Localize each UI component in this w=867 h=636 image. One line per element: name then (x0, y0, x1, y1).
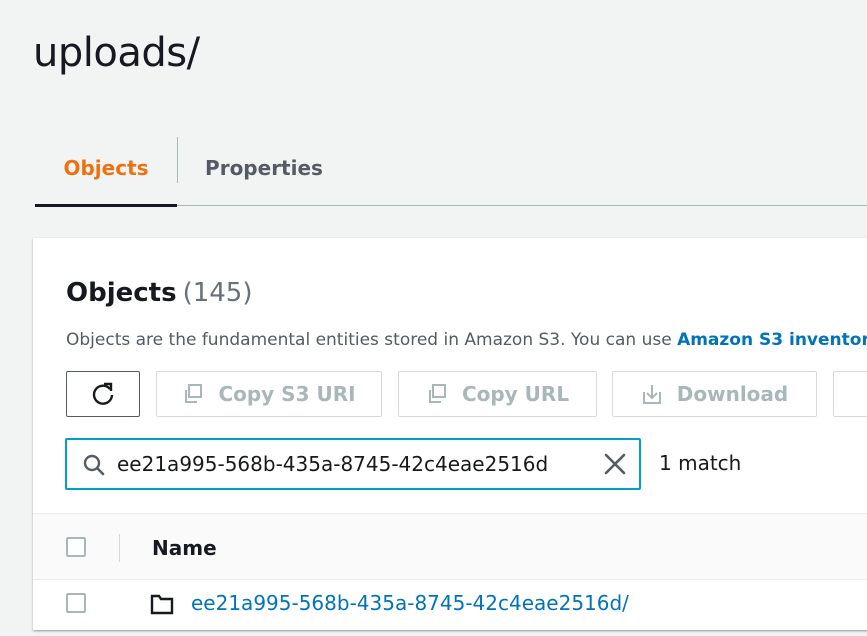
tab-objects[interactable]: Objects (35, 131, 177, 207)
search-field (65, 438, 641, 490)
copy-url-label: Copy URL (461, 382, 570, 406)
more-actions-button[interactable] (833, 371, 867, 417)
refresh-button[interactable] (66, 371, 140, 417)
column-divider (119, 534, 120, 562)
download-button[interactable]: Download (612, 371, 817, 417)
copy-icon (185, 384, 203, 403)
copy-icon (428, 384, 446, 403)
download-label: Download (676, 382, 789, 406)
match-count: 1 match (659, 451, 742, 475)
refresh-icon (92, 382, 114, 405)
row-checkbox[interactable] (66, 593, 86, 613)
table-row: ee21a995-568b-435a-8745-42c4eae2516d/ (33, 580, 867, 630)
select-all-checkbox[interactable] (66, 537, 86, 557)
copy-s3-uri-label: Copy S3 URI (218, 382, 356, 406)
copy-s3-uri-button[interactable]: Copy S3 URI (156, 371, 382, 417)
objects-count: (145) (182, 278, 253, 308)
folder-icon (150, 594, 174, 615)
column-header-name[interactable]: Name (152, 536, 217, 560)
download-icon (642, 385, 661, 404)
objects-description: Objects are the fundamental entities sto… (66, 330, 867, 350)
close-icon[interactable] (603, 452, 627, 476)
tab-bar: Objects Properties (35, 131, 867, 207)
table-header: Name (33, 513, 867, 580)
search-icon (83, 454, 105, 476)
page-title: uploads/ (33, 30, 200, 76)
objects-description-text: Objects are the fundamental entities sto… (66, 330, 678, 350)
folder-link[interactable]: ee21a995-568b-435a-8745-42c4eae2516d/ (191, 591, 629, 615)
search-input[interactable] (117, 450, 597, 478)
objects-heading-label: Objects (66, 278, 177, 308)
tab-properties[interactable]: Properties (178, 131, 350, 205)
copy-url-button[interactable]: Copy URL (398, 371, 597, 417)
objects-panel: Objects (145) Objects are the fundamental… (33, 238, 867, 630)
s3-inventory-link[interactable]: Amazon S3 inventory (677, 330, 867, 350)
objects-heading: Objects (145) (66, 278, 253, 308)
